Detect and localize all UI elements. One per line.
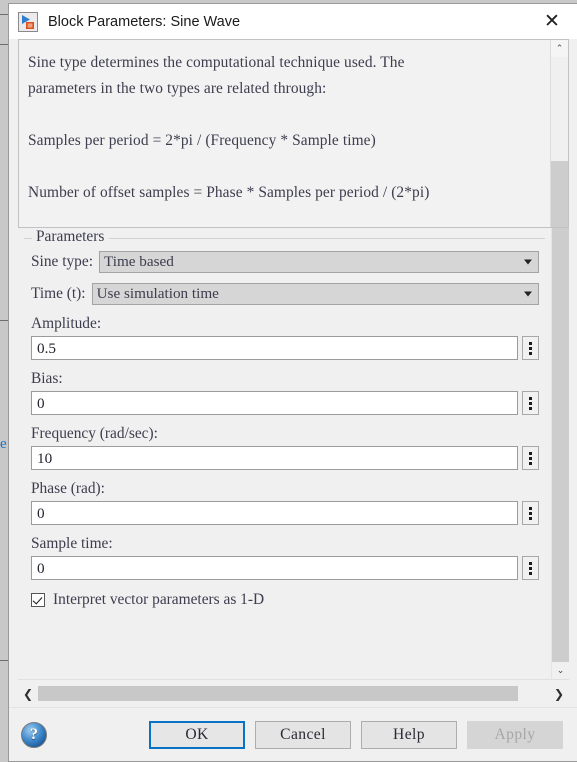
scroll-up-icon[interactable]: ⌃ bbox=[551, 40, 568, 57]
time-t-dropdown[interactable]: Use simulation time bbox=[91, 283, 539, 305]
dialog-button-bar: ? OK Cancel Help Apply bbox=[9, 707, 577, 761]
sine-type-dropdown[interactable]: Time based bbox=[98, 251, 539, 273]
description-scrollbar[interactable]: ⌃ bbox=[550, 40, 568, 227]
phase-label: Phase (rad): bbox=[31, 480, 105, 497]
phase-field-row bbox=[24, 501, 545, 525]
horizontal-scroll-track[interactable] bbox=[38, 686, 549, 701]
bias-label: Bias: bbox=[31, 370, 63, 387]
dialog-buttons: OK Cancel Help Apply bbox=[149, 720, 563, 749]
sample-time-options-button[interactable] bbox=[522, 556, 539, 580]
scroll-left-icon[interactable]: ❮ bbox=[18, 687, 38, 701]
scrollbar-track[interactable] bbox=[551, 161, 568, 227]
help-icon[interactable]: ? bbox=[21, 721, 47, 748]
scrollbar-thumb[interactable] bbox=[551, 57, 568, 161]
bg-edge-line bbox=[0, 320, 8, 321]
time-t-value: Use simulation time bbox=[96, 285, 219, 302]
frequency-options-button[interactable] bbox=[522, 446, 539, 470]
amplitude-input[interactable] bbox=[31, 336, 518, 360]
phase-input[interactable] bbox=[31, 501, 518, 525]
bg-edge-line bbox=[0, 14, 8, 15]
interpret-vector-row[interactable]: Interpret vector parameters as 1-D bbox=[24, 591, 545, 609]
parameters-groupbox: Parameters Sine type: Time based Time (t… bbox=[24, 228, 545, 609]
apply-button: Apply bbox=[467, 720, 563, 749]
scroll-right-icon[interactable]: ❯ bbox=[549, 687, 569, 701]
amplitude-options-button[interactable] bbox=[522, 336, 539, 360]
time-t-row: Time (t): Use simulation time bbox=[24, 283, 545, 305]
horizontal-scroll-thumb[interactable] bbox=[38, 686, 519, 701]
sample-time-label: Sample time: bbox=[31, 535, 113, 552]
phase-options-button[interactable] bbox=[522, 501, 539, 525]
ok-button[interactable]: OK bbox=[149, 720, 245, 749]
simulink-block-icon bbox=[18, 11, 38, 32]
parameters-scroll-pane: Parameters Sine type: Time based Time (t… bbox=[18, 228, 551, 679]
frequency-label: Frequency (rad/sec): bbox=[31, 425, 158, 442]
amplitude-label: Amplitude: bbox=[31, 315, 102, 332]
help-button[interactable]: Help bbox=[361, 720, 457, 749]
cancel-button[interactable]: Cancel bbox=[255, 720, 351, 749]
bias-options-button[interactable] bbox=[522, 391, 539, 415]
description-text: Sine type determines the computational t… bbox=[28, 54, 430, 201]
bg-edge-line bbox=[0, 44, 8, 45]
bias-input[interactable] bbox=[31, 391, 518, 415]
page-title: Block Parameters: Sine Wave bbox=[48, 13, 241, 30]
parameters-group-title: Parameters bbox=[32, 228, 110, 246]
interpret-vector-checkbox[interactable] bbox=[31, 593, 45, 607]
sine-type-value: Time based bbox=[103, 253, 174, 270]
frequency-field-row bbox=[24, 446, 545, 470]
sine-type-row: Sine type: Time based bbox=[24, 251, 545, 273]
interpret-vector-label: Interpret vector parameters as 1-D bbox=[53, 591, 265, 608]
parameters-body: Parameters Sine type: Time based Time (t… bbox=[18, 228, 569, 679]
amplitude-field-row bbox=[24, 336, 545, 360]
bias-field-row bbox=[24, 391, 545, 415]
horizontal-scrollbar[interactable]: ❮ ❯ bbox=[18, 679, 569, 707]
bg-edge-line bbox=[0, 660, 8, 661]
sample-time-field-row bbox=[24, 556, 545, 580]
sample-time-input[interactable] bbox=[31, 556, 518, 580]
frequency-input[interactable] bbox=[31, 446, 518, 470]
sine-type-label: Sine type: bbox=[31, 253, 93, 270]
title-bar: Block Parameters: Sine Wave ✕ bbox=[9, 4, 577, 39]
chevron-down-icon bbox=[524, 259, 532, 265]
chevron-down-icon bbox=[524, 291, 532, 297]
time-t-label: Time (t): bbox=[31, 285, 86, 302]
block-parameters-dialog: Block Parameters: Sine Wave ✕ Sine type … bbox=[8, 3, 577, 762]
parameters-vertical-scrollbar[interactable]: ⌄ bbox=[551, 228, 569, 679]
description-pane: Sine type determines the computational t… bbox=[18, 39, 569, 228]
scroll-down-icon[interactable]: ⌄ bbox=[552, 662, 569, 679]
close-icon[interactable]: ✕ bbox=[530, 5, 574, 39]
